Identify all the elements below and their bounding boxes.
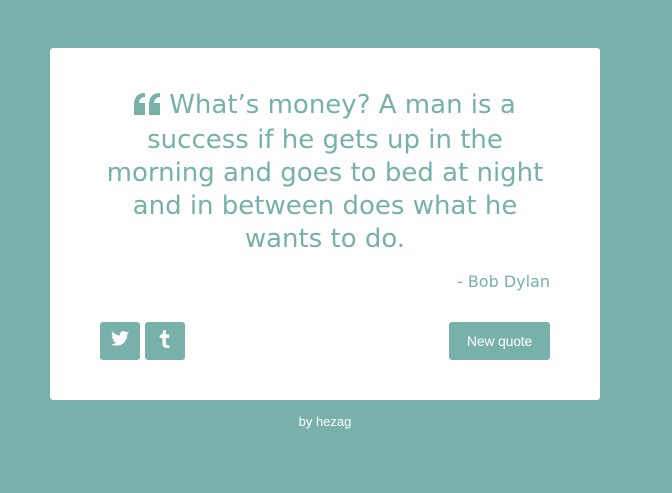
quote-author: - Bob Dylan <box>456 272 550 291</box>
tweet-quote-button[interactable] <box>100 322 140 360</box>
quote-box: What’s money? A man is a success if he g… <box>100 89 550 256</box>
tumblr-quote-button[interactable] <box>145 322 185 360</box>
new-quote-button[interactable]: New quote <box>449 322 550 360</box>
footer-credit: by hezag <box>298 414 352 429</box>
twitter-icon <box>111 331 129 351</box>
quote-left-icon <box>134 91 161 124</box>
quote-text: What’s money? A man is a success if he g… <box>106 90 544 254</box>
tumblr-icon <box>159 329 171 353</box>
